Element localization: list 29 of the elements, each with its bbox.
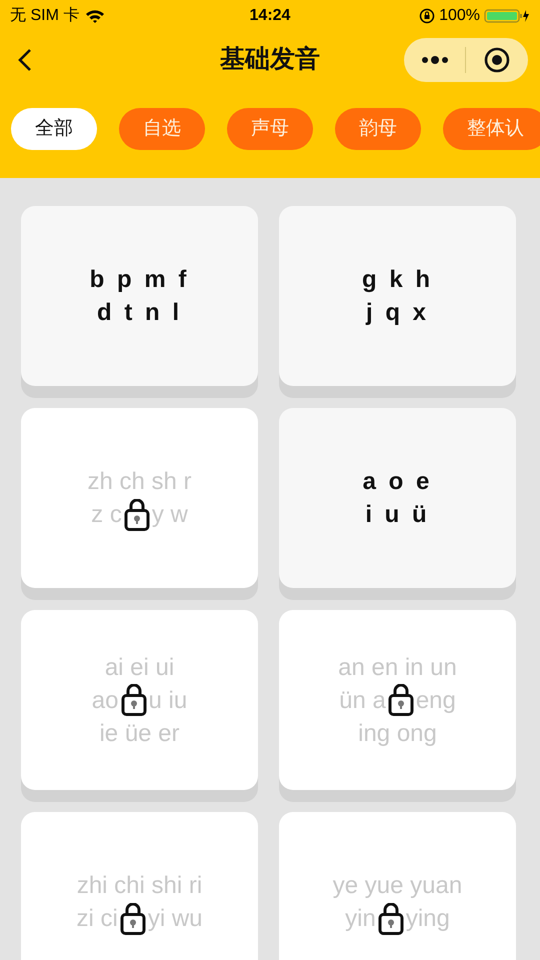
battery-label: 100%	[439, 6, 480, 26]
filter-tab[interactable]: 全部	[11, 108, 97, 150]
pinyin-text: g k h	[362, 265, 433, 295]
pinyin-text: i u ü	[365, 500, 430, 530]
filter-tab[interactable]: 韵母	[335, 108, 421, 150]
lock-icon	[120, 902, 146, 934]
carrier-label: 无 SIM 卡	[10, 6, 80, 26]
lock-icon	[120, 684, 146, 716]
clock: 14:24	[250, 6, 290, 26]
lock-icon	[388, 684, 414, 716]
back-chevron-icon	[18, 48, 32, 72]
wifi-icon	[85, 9, 106, 23]
filter-tab[interactable]: 整体认	[443, 108, 540, 150]
page-title: 基础发音	[220, 44, 320, 76]
lesson-card[interactable]: b p m f d t n l	[21, 206, 258, 386]
filter-tab[interactable]: 声母	[227, 108, 313, 150]
pinyin-text: d t n l	[97, 298, 182, 328]
filter-tab[interactable]: 自选	[119, 108, 205, 150]
lock-icon	[124, 498, 150, 530]
more-icon	[420, 56, 448, 64]
target-icon	[484, 47, 510, 73]
pinyin-text: b p m f	[90, 265, 190, 295]
lesson-card[interactable]: g k h j q x	[279, 206, 516, 386]
pinyin-text: j q x	[366, 298, 429, 328]
lesson-card[interactable]: a o e i u ü	[279, 408, 516, 588]
lock-icon	[378, 902, 404, 934]
pinyin-text: a o e	[362, 467, 432, 497]
battery-icon	[484, 8, 530, 24]
rotation-lock-icon	[419, 8, 436, 24]
